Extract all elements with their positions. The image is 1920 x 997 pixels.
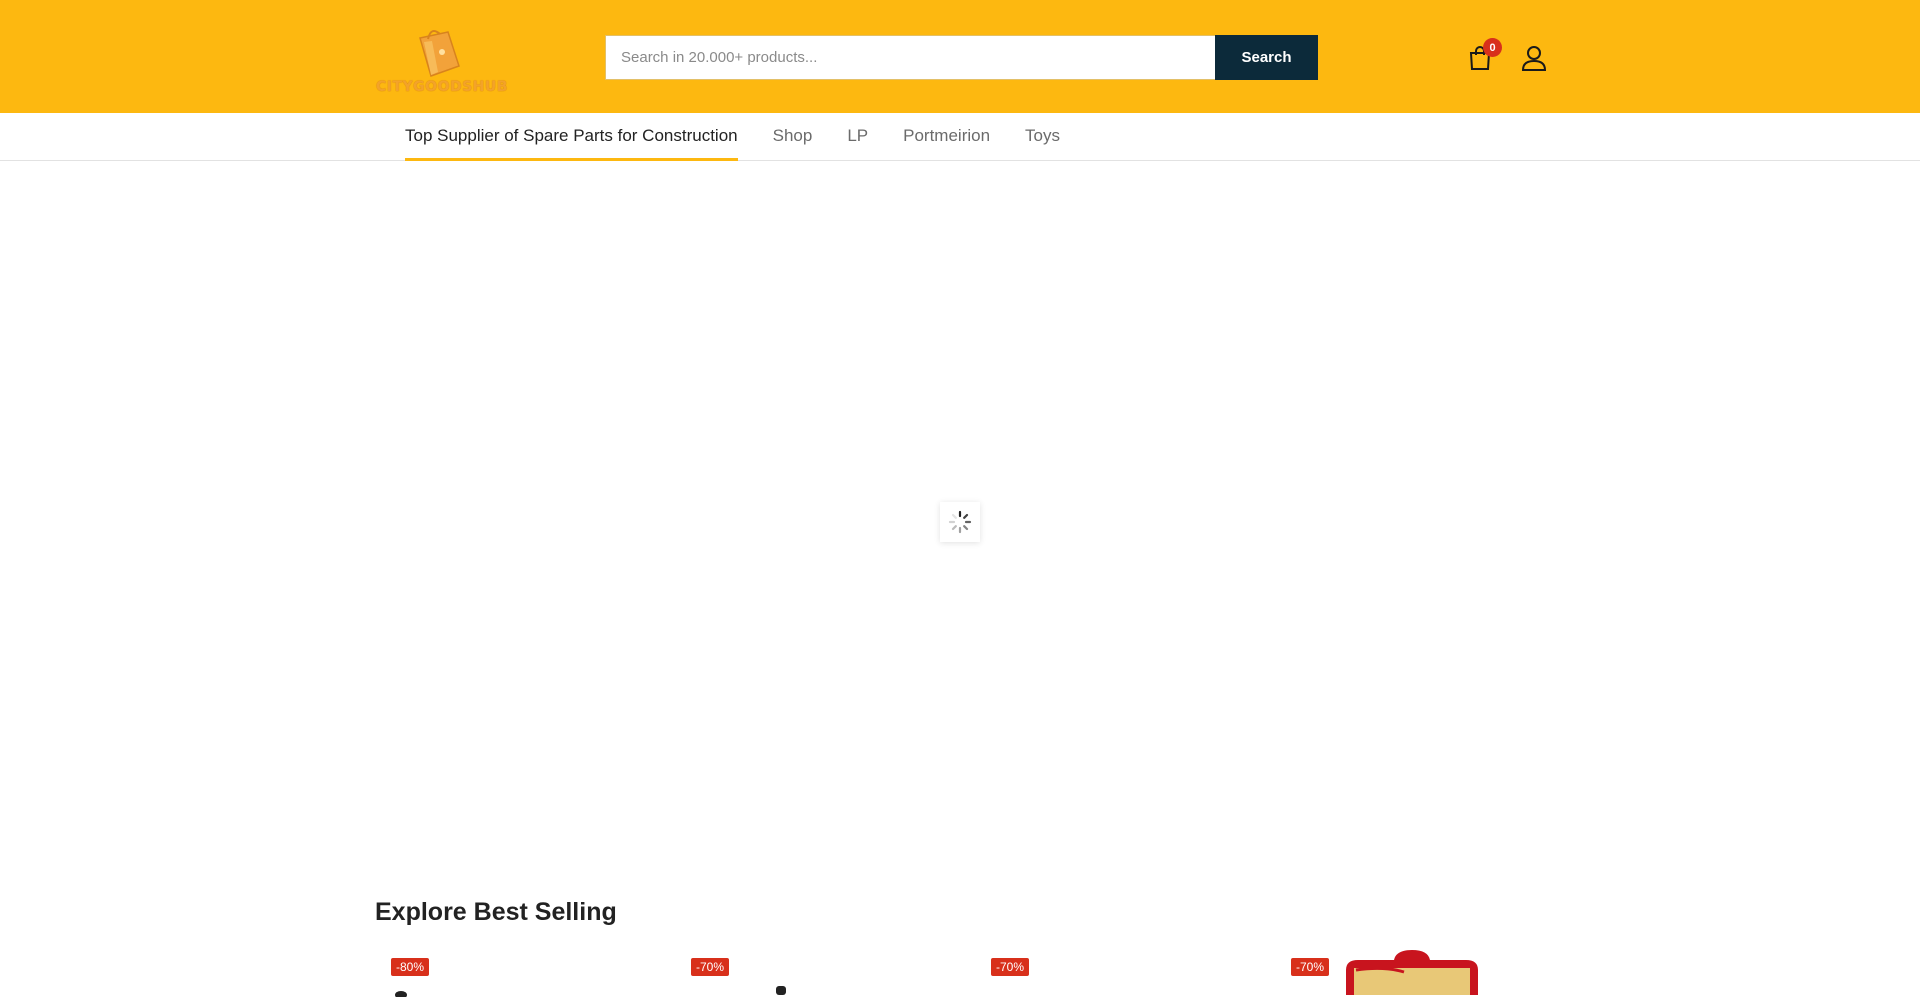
product-card[interactable]: -70%	[976, 955, 1266, 995]
discount-badge: -70%	[691, 958, 730, 976]
discount-badge: -80%	[391, 958, 430, 976]
nav-item-toys[interactable]: Toys	[1025, 113, 1060, 161]
site-logo[interactable]: CITYGOODSHUB	[376, 22, 508, 98]
site-header: CITYGOODSHUB Search 0	[0, 0, 1920, 113]
product-image	[1346, 950, 1478, 995]
product-card[interactable]: -70%	[676, 955, 966, 995]
main-nav: Top Supplier of Spare Parts for Construc…	[0, 113, 1920, 161]
nav-list: Top Supplier of Spare Parts for Construc…	[405, 113, 1095, 161]
product-image	[776, 986, 786, 995]
spinner-icon	[948, 510, 972, 534]
user-icon	[1521, 46, 1547, 71]
discount-badge: -70%	[1291, 958, 1330, 976]
nav-item-spare-parts[interactable]: Top Supplier of Spare Parts for Construc…	[405, 113, 738, 161]
nav-item-portmeirion[interactable]: Portmeirion	[903, 113, 990, 161]
cart-count-badge: 0	[1483, 38, 1502, 57]
shopping-bag-logo-icon	[419, 29, 460, 77]
account-button[interactable]	[1521, 44, 1547, 72]
nav-item-shop[interactable]: Shop	[773, 113, 813, 161]
brand-name: CITYGOODSHUB	[376, 79, 508, 95]
best-selling-title: Explore Best Selling	[375, 898, 617, 926]
product-card[interactable]: -70%	[1276, 950, 1566, 995]
loading-spinner	[940, 502, 980, 542]
search-input[interactable]	[605, 35, 1215, 80]
nav-item-lp[interactable]: LP	[847, 113, 868, 161]
search-bar: Search	[605, 35, 1318, 80]
search-button[interactable]: Search	[1215, 35, 1318, 80]
product-card[interactable]: -80%	[376, 955, 666, 997]
product-image	[395, 991, 407, 997]
discount-badge: -70%	[991, 958, 1030, 976]
